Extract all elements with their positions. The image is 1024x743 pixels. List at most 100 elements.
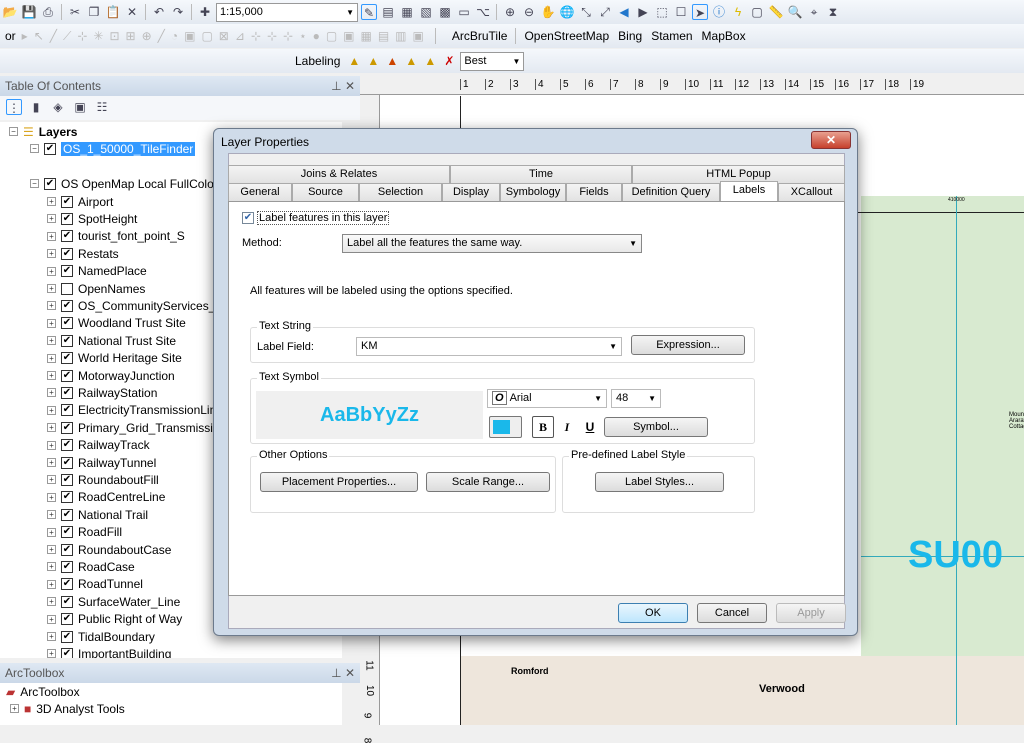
toc-layer-item[interactable]: + ✔ NamedPlace [47, 263, 147, 280]
layer-name[interactable]: RoadFill [78, 525, 122, 539]
python-icon[interactable]: ▭ [456, 4, 472, 20]
layer-name[interactable]: Public Right of Way [78, 612, 182, 626]
open-icon[interactable]: 📂 [2, 4, 18, 20]
layer-name[interactable]: Primary_Grid_Transmissio [78, 421, 220, 435]
editor-toolbar-icon[interactable]: ✎ [361, 4, 377, 20]
hyperlink-icon[interactable]: ϟ [730, 4, 746, 20]
fixed-zoom-in-icon[interactable]: ⤡ [578, 4, 594, 20]
ok-button[interactable]: OK [618, 603, 688, 623]
fixed-zoom-out-icon[interactable]: ⤢ [597, 4, 613, 20]
measure-icon[interactable]: 📏 [768, 4, 784, 20]
color-picker[interactable] [489, 416, 522, 438]
toc-layer-item[interactable]: + ✔ ElectricityTransmissionLin [47, 402, 216, 419]
toolbox-root[interactable]: ArcToolbox [20, 685, 79, 699]
label-features-checkbox[interactable]: ✔ [242, 212, 254, 224]
symbol-button[interactable]: Symbol... [604, 417, 708, 437]
tab[interactable]: Joins & Relates [228, 165, 450, 183]
openstreetmap-menu[interactable]: OpenStreetMap [521, 29, 612, 43]
editor-menu[interactable]: or [2, 29, 19, 43]
toc-layer-item[interactable]: + ✔ National Trail [47, 506, 148, 523]
toc-layer-item[interactable]: + ✔ RailwayTunnel [47, 454, 156, 471]
toc-layer-item[interactable]: + ✔ RailwayTrack [47, 437, 150, 454]
forward-icon[interactable]: ▶ [635, 4, 651, 20]
identify-icon[interactable]: ⓘ [711, 4, 727, 20]
toc-layer-item[interactable]: + ✔ RoadCentreLine [47, 489, 165, 506]
label-styles-button[interactable]: Label Styles... [595, 472, 724, 492]
layer-checkbox[interactable]: ✔ [61, 404, 73, 417]
layer-checkbox[interactable]: ✔ [61, 456, 73, 469]
layer-checkbox[interactable]: ✔ [61, 230, 73, 243]
layer-checkbox[interactable]: ✔ [61, 560, 73, 573]
toc-layer-item[interactable]: + ✔ SpotHeight [47, 210, 137, 227]
layer-checkbox[interactable]: ✔ [61, 212, 73, 225]
collapse-icon[interactable]: − [30, 144, 39, 153]
layer-name[interactable]: MotorwayJunction [78, 369, 175, 383]
modelbuilder-icon[interactable]: ⌥ [475, 4, 491, 20]
expand-icon[interactable]: + [47, 632, 56, 641]
layer-checkbox[interactable]: ✔ [61, 369, 73, 382]
expand-icon[interactable]: + [47, 301, 56, 311]
toc-layer-item[interactable]: + ✔ OS_CommunityServices_Li [47, 297, 225, 314]
expand-icon[interactable]: + [47, 336, 56, 346]
layer-checkbox[interactable]: ✔ [61, 299, 73, 312]
expand-icon[interactable]: + [47, 649, 56, 658]
expand-icon[interactable]: + [47, 249, 56, 259]
toc-layer-item[interactable]: + ✔ RoadFill [47, 524, 122, 541]
toc-layer-item[interactable]: + ✔ RoadCase [47, 558, 135, 575]
layer-name[interactable]: RailwayTrack [78, 438, 150, 452]
expand-icon[interactable]: + [47, 492, 56, 502]
toc-layer-item[interactable]: + ✔ National Trust Site [47, 332, 176, 349]
print-icon[interactable]: ⎙ [40, 4, 56, 20]
layer-name[interactable]: World Heritage Site [78, 351, 182, 365]
expand-icon[interactable]: + [47, 388, 56, 398]
back-icon[interactable]: ◀ [616, 4, 632, 20]
layer-checkbox[interactable]: ✔ [61, 195, 73, 208]
layer-checkbox[interactable]: ✔ [61, 473, 73, 486]
tab[interactable]: Time [450, 165, 632, 183]
layer-checkbox[interactable]: ✔ [61, 265, 73, 278]
view-unplaced-icon[interactable]: ✗ [441, 53, 457, 69]
layer-checkbox[interactable]: ✔ [44, 142, 56, 155]
expand-icon[interactable]: + [47, 562, 56, 572]
toolbox-icon[interactable]: ▩ [437, 4, 453, 20]
expand-icon[interactable]: + [47, 579, 56, 589]
zoom-in-icon[interactable]: ⊕ [502, 4, 518, 20]
toc-layer-item[interactable]: + ✔ Public Right of Way [47, 611, 182, 628]
bing-menu[interactable]: Bing [615, 29, 645, 43]
scale-combo[interactable]: 1:15,000 ▼ [216, 2, 358, 22]
catalog-icon[interactable]: ▦ [399, 4, 415, 20]
search-window-icon[interactable]: ▧ [418, 4, 434, 20]
time-slider-icon[interactable]: ⧗ [825, 4, 841, 20]
collapse-icon[interactable]: − [9, 127, 18, 136]
tab-display[interactable]: Display [442, 183, 500, 201]
layer-checkbox[interactable]: ✔ [61, 508, 73, 521]
layer-checkbox[interactable]: ✔ [61, 647, 73, 658]
layer-checkbox[interactable]: ✔ [61, 247, 73, 260]
toc-layer-item[interactable]: + ✔ SurfaceWater_Line [47, 593, 180, 610]
group-checkbox[interactable]: ✔ [44, 177, 56, 190]
toc-layer-item[interactable]: + ✔ TidalBoundary [47, 628, 155, 645]
add-data-icon[interactable]: ✚ [197, 4, 213, 20]
size-dropdown[interactable]: 48 ▼ [611, 389, 661, 408]
selected-layer[interactable]: OS_1_50000_TileFinder [61, 141, 196, 156]
copy-icon[interactable]: ❐ [86, 4, 102, 20]
mapbox-menu[interactable]: MapBox [699, 29, 749, 43]
label-weight-icon[interactable]: ▲ [384, 53, 400, 69]
placement-properties-button[interactable]: Placement Properties... [260, 472, 418, 492]
layer-checkbox[interactable]: ✔ [61, 352, 73, 365]
list-by-visibility-icon[interactable]: ◈ [50, 99, 66, 115]
go-to-xy-icon[interactable]: ⌖ [806, 4, 822, 20]
layer-checkbox[interactable]: ✔ [61, 386, 73, 399]
toolbox-scrollbar[interactable] [342, 683, 360, 725]
expand-icon[interactable]: + [47, 545, 56, 554]
label-manager-icon[interactable]: ▲ [346, 53, 362, 69]
layer-name[interactable]: ImportantBuilding [78, 647, 171, 658]
layer-name[interactable]: tourist_font_point_S [78, 229, 185, 243]
layer-checkbox[interactable]: ✔ [61, 630, 73, 643]
toc-layer-item[interactable]: + ✔ RailwayStation [47, 384, 157, 401]
toc-layer-item[interactable]: + ✔ Woodland Trust Site [47, 315, 186, 332]
layer-name[interactable]: Woodland Trust Site [78, 316, 186, 330]
layer-name[interactable]: Airport [78, 195, 113, 209]
arcbrutile-menu[interactable]: ArcBruTile [449, 29, 511, 43]
full-extent-icon[interactable]: 🌐 [559, 4, 575, 20]
